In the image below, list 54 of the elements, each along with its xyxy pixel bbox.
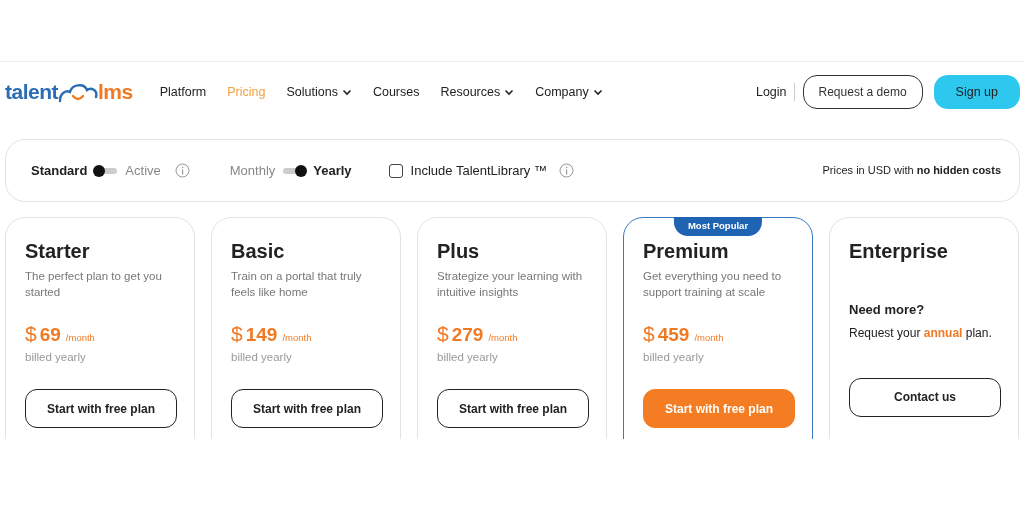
nav-link[interactable]: Courses — [372, 82, 420, 102]
checkbox-label: Include TalentLibrary ™ — [410, 161, 547, 180]
currency-symbol: $ — [437, 322, 449, 346]
info-icon[interactable] — [174, 163, 190, 178]
billing-note: billed yearly — [437, 350, 499, 364]
start-plan-button[interactable]: Start with free plan — [25, 389, 177, 428]
info-icon[interactable] — [558, 163, 574, 178]
price-period: /month — [282, 331, 312, 345]
currency-symbol: $ — [231, 322, 243, 346]
request-demo-button[interactable]: Request a demo — [802, 75, 923, 109]
plan-description: Get everything you need to support training at scale — [643, 269, 783, 300]
plan-name: Starter — [25, 239, 91, 264]
toggle-label: Active — [125, 161, 161, 180]
billing-note: billed yearly — [643, 350, 705, 364]
plan-description: Strategize your learning with intuitive insights — [437, 269, 584, 300]
plan-price: 149 — [245, 323, 278, 347]
plan-description: The perfect plan to get you started — [25, 269, 163, 300]
start-plan-button[interactable]: Start with free plan — [231, 389, 383, 428]
toggle-label: Standard — [31, 161, 88, 180]
plan-price: 279 — [451, 323, 484, 347]
currency-symbol: $ — [25, 322, 37, 346]
nav-link[interactable]: Solutions — [286, 82, 352, 102]
toggle-switch[interactable] — [283, 167, 306, 174]
plan-name: Plus — [437, 239, 481, 264]
plan-description: Train on a portal that truly feels like home — [231, 269, 363, 300]
checkbox[interactable] — [388, 163, 403, 178]
popular-badge: Most Popular — [673, 217, 763, 237]
login-link[interactable]: Login — [755, 82, 795, 102]
plan-price: 459 — [657, 323, 690, 347]
enterprise-heading: Need more? — [849, 301, 926, 319]
plan-name: Premium — [643, 239, 730, 264]
billing-note: billed yearly — [231, 350, 293, 364]
currency-symbol: $ — [643, 322, 655, 346]
plan-price: 69 — [39, 323, 61, 347]
pricing-note: Prices in USD with no hidden costs — [822, 163, 1001, 179]
sign-up-button[interactable]: Sign up — [933, 74, 1020, 110]
nav-link[interactable]: Company — [535, 82, 603, 102]
price-period: /month — [694, 331, 724, 345]
enterprise-text: Request your annual plan. — [849, 324, 993, 342]
toggle-label: Yearly — [313, 161, 352, 180]
plan-name: Enterprise — [849, 239, 949, 264]
toggle-label: Monthly — [229, 161, 276, 180]
price-period: /month — [65, 331, 95, 345]
price-period: /month — [488, 331, 518, 345]
toggle-switch[interactable] — [95, 167, 118, 174]
plan-name: Basic — [231, 239, 286, 264]
nav-link[interactable]: Platform — [159, 82, 207, 102]
contact-button[interactable]: Contact us — [849, 377, 1001, 417]
start-plan-button[interactable]: Start with free plan — [437, 389, 589, 428]
billing-note: billed yearly — [25, 350, 87, 364]
logo-text: lms — [98, 79, 133, 106]
logo-text: talent — [5, 79, 58, 106]
nav-link[interactable]: Resources — [440, 82, 515, 102]
cloud-logo-icon — [58, 81, 98, 103]
